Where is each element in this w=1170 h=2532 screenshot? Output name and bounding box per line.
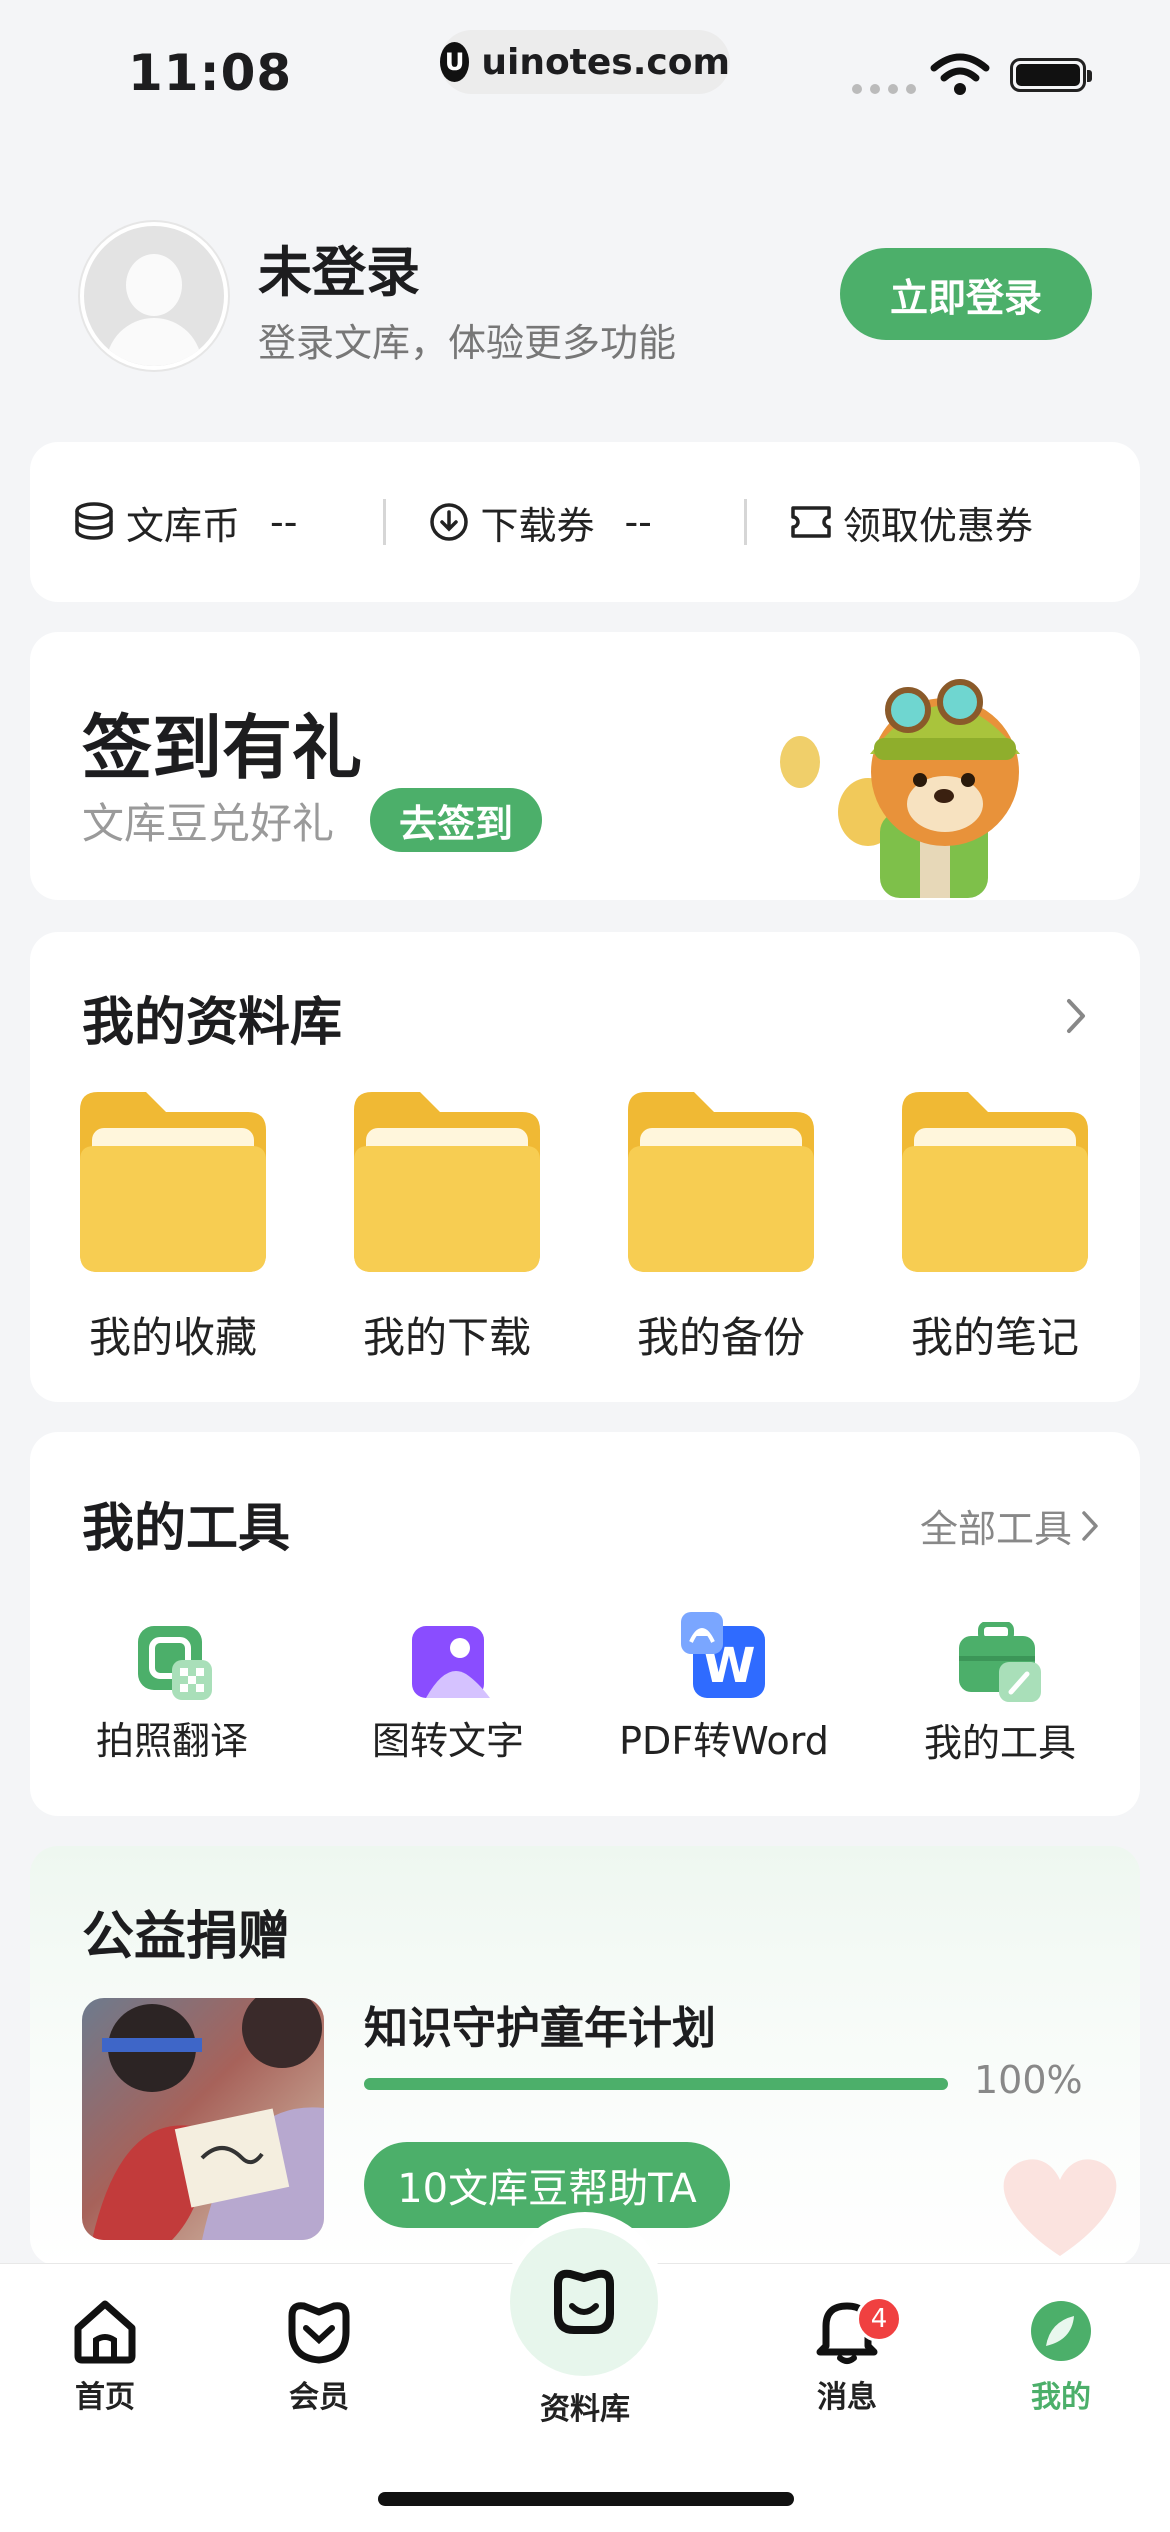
charity-title: 公益捐赠 [82, 1907, 291, 1967]
status-time: 11:08 [128, 44, 293, 102]
signin-title: 签到有礼 [82, 707, 362, 789]
url-text: uinotes.com [481, 41, 730, 83]
vip-icon [288, 2302, 350, 2364]
coin-stack-icon [75, 502, 113, 540]
progress-label: 100% [974, 2058, 1083, 2102]
tab-me[interactable]: 我的 [986, 2296, 1136, 2416]
library-title: 我的资料库 [82, 993, 343, 1053]
library-item-downloads[interactable]: 我的下载 [354, 1092, 547, 1365]
wallet-bar: 文库币 -- 下载券 -- 领取优惠券 [30, 442, 1140, 602]
tool-photo-translate[interactable]: 拍照翻译 [52, 1622, 292, 1765]
folder-icon [628, 1092, 814, 1272]
chevron-right-icon[interactable] [1064, 996, 1088, 1036]
coins-label: 文库币 [126, 503, 241, 548]
pdf-to-word-icon: W [681, 1612, 765, 1698]
tab-label: 我的 [1031, 2380, 1091, 2415]
heart-decoration [1003, 2159, 1117, 2256]
leaf-avatar-icon [1031, 2301, 1091, 2361]
tab-label: 消息 [817, 2380, 877, 2415]
wifi-icon [930, 53, 990, 95]
tab-label: 首页 [75, 2380, 135, 2415]
wallet-coins[interactable]: 文库币 -- [72, 495, 297, 550]
signal-icon [852, 84, 916, 94]
login-button[interactable]: 立即登录 [840, 248, 1092, 340]
site-logo-icon: U [440, 42, 470, 82]
signin-subtitle: 文库豆兑好礼 [82, 799, 335, 848]
tab-home[interactable]: 首页 [30, 2296, 180, 2416]
library-item-label: 我的收藏 [88, 1313, 257, 1362]
tools-card: 我的工具 全部工具 拍照翻译 图转文字 W PDF转Word 我的工具 [30, 1432, 1140, 1816]
vouchers-label: 下载券 [480, 503, 595, 548]
tab-vip[interactable]: 会员 [244, 2296, 394, 2416]
image-to-text-icon [412, 1626, 490, 1698]
battery-icon [1010, 58, 1092, 92]
tool-my-tools[interactable]: 我的工具 [880, 1622, 1120, 1767]
tools-title: 我的工具 [82, 1499, 291, 1559]
progress-bar [364, 2078, 948, 2090]
home-indicator [378, 2492, 794, 2506]
signin-card[interactable]: 签到有礼 文库豆兑好礼 去签到 [30, 632, 1140, 900]
tool-label: 拍照翻译 [95, 1719, 248, 1763]
library-item-label: 我的下载 [362, 1313, 531, 1362]
tool-label: 图转文字 [371, 1719, 524, 1763]
photo-translate-icon [138, 1626, 212, 1700]
divider [383, 499, 387, 545]
charity-photo [82, 1998, 324, 2240]
charity-project: 知识守护童年计划 [364, 2003, 716, 2054]
avatar[interactable] [80, 222, 228, 370]
mascot-illustration [780, 679, 1020, 898]
url-pill[interactable]: U uinotes.com [440, 30, 730, 94]
folder-icon [354, 1092, 540, 1272]
library-card: 我的资料库 我的收藏 我的下载 我的备份 我的笔记 [30, 932, 1140, 1402]
library-item-favorites[interactable]: 我的收藏 [80, 1092, 273, 1365]
library-item-backup[interactable]: 我的备份 [628, 1092, 821, 1365]
tool-pdf-to-word[interactable]: W PDF转Word [604, 1610, 844, 1765]
toolbox-icon [959, 1622, 1041, 1702]
home-icon [74, 2300, 136, 2364]
tool-label: 我的工具 [923, 1721, 1076, 1765]
tab-label: 资料库 [540, 2392, 630, 2427]
all-tools-link[interactable]: 全部工具 [920, 1498, 1100, 1553]
library-item-label: 我的笔记 [910, 1313, 1079, 1362]
library-item-label: 我的备份 [636, 1313, 805, 1362]
ticket-icon [791, 506, 831, 538]
wallet-vouchers[interactable]: 下载券 -- [428, 495, 652, 550]
progress-fill [364, 2078, 948, 2090]
user-name: 未登录 [258, 241, 420, 304]
chevron-right-icon [1082, 1510, 1098, 1541]
tab-label: 会员 [289, 2380, 349, 2415]
user-subtitle: 登录文库，体验更多功能 [258, 321, 677, 365]
download-circle-icon [430, 503, 469, 541]
library-face-icon [554, 2269, 614, 2334]
coupon-label: 领取优惠券 [842, 503, 1033, 548]
tool-label: PDF转Word [619, 1719, 829, 1763]
donate-button[interactable]: 10文库豆帮助TA [364, 2142, 730, 2228]
library-item-notes[interactable]: 我的笔记 [902, 1092, 1095, 1365]
divider [743, 499, 747, 545]
vouchers-value: -- [624, 500, 652, 544]
tab-library[interactable]: 资料库 [510, 2384, 660, 2428]
all-tools-label: 全部工具 [920, 1507, 1073, 1551]
message-badge: 4 [856, 2296, 902, 2342]
signin-button[interactable]: 去签到 [370, 788, 542, 852]
tool-image-to-text[interactable]: 图转文字 [328, 1622, 568, 1765]
charity-card[interactable]: 公益捐赠 知识守护童年计划 100% 10文库豆帮助TA [30, 1846, 1140, 2266]
tab-library-button[interactable] [510, 2228, 658, 2376]
folder-icon [902, 1092, 1088, 1272]
folder-icon [80, 1092, 266, 1272]
coins-value: -- [270, 500, 298, 544]
wallet-coupon[interactable]: 领取优惠券 [789, 495, 1033, 550]
